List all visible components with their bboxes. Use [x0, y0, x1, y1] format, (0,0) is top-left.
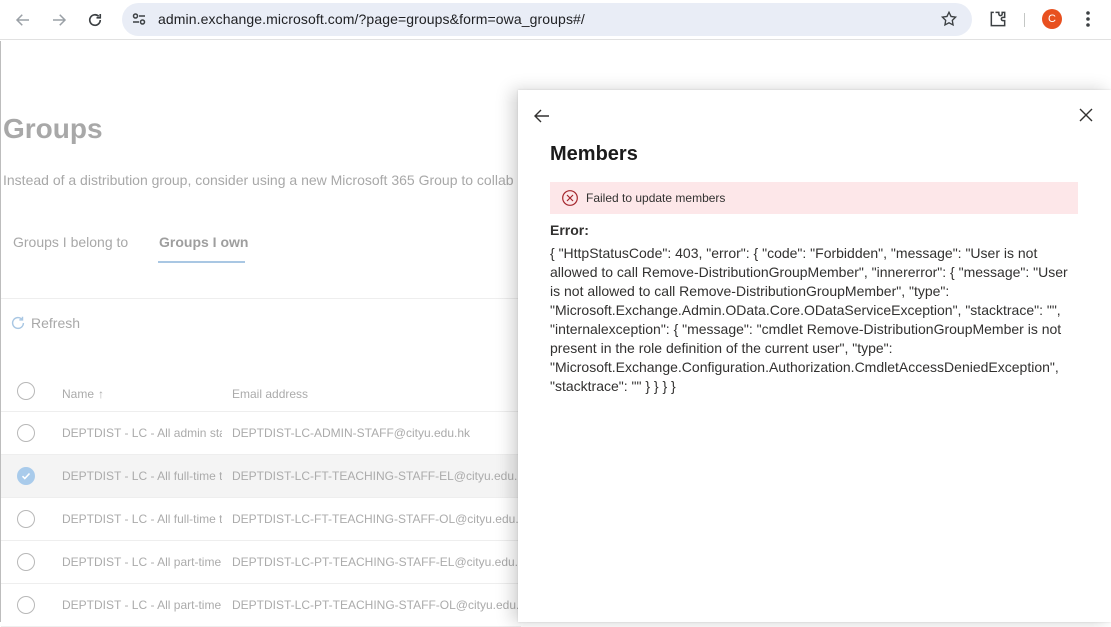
table-row[interactable]: DEPTDIST - LC - All part-time teaching DE… [1, 584, 532, 627]
reload-button[interactable] [83, 8, 107, 32]
error-label: Error: [550, 222, 589, 238]
address-bar[interactable]: admin.exchange.microsoft.com/?page=group… [122, 3, 972, 36]
column-name-label: Name [62, 387, 95, 401]
row-checkbox[interactable] [17, 424, 35, 442]
group-email-cell: DEPTDIST-LC-PT-TEACHING-STAFF-EL@cityu.e… [232, 555, 531, 569]
group-name-cell[interactable]: DEPTDIST - LC - All full-time teaching [62, 512, 222, 526]
row-checkbox[interactable] [17, 553, 35, 571]
reload-icon [88, 13, 102, 27]
select-all-checkbox[interactable] [17, 382, 35, 400]
checkmark-icon [21, 472, 31, 480]
arrow-left-icon [15, 14, 29, 26]
more-vertical-icon[interactable] [1078, 9, 1098, 29]
column-email-label: Email address [232, 387, 309, 401]
tab-groups-i-belong-to[interactable]: Groups I belong to [13, 234, 128, 250]
table-row[interactable]: DEPTDIST - LC - All full-time teaching DE… [1, 455, 530, 498]
arrow-left-icon[interactable] [532, 106, 552, 126]
error-banner-text: Failed to update members [586, 191, 726, 205]
refresh-button[interactable]: Refresh [9, 314, 80, 332]
group-email-cell: DEPTDIST-LC-FT-TEACHING-STAFF-EL@cityu.e… [232, 469, 531, 483]
divider [1, 298, 521, 299]
page-title: Groups [3, 113, 103, 144]
url-text[interactable]: admin.exchange.microsoft.com/?page=group… [158, 11, 585, 27]
members-panel: Members Failed to update members Error: … [518, 90, 1111, 622]
close-icon[interactable] [1077, 106, 1095, 124]
toolbar-separator [1024, 13, 1025, 27]
row-checkbox[interactable] [17, 596, 35, 614]
table-header: Name ↑ Email address [1, 371, 521, 412]
table-row[interactable]: DEPTDIST - LC - All part-time teaching DE… [1, 541, 531, 584]
bookmark-star-icon[interactable] [940, 10, 958, 28]
back-button[interactable] [11, 8, 35, 32]
refresh-icon [11, 316, 25, 330]
site-settings-icon[interactable] [131, 11, 147, 27]
profile-avatar[interactable]: C [1042, 9, 1062, 29]
active-tab-indicator [158, 261, 245, 263]
extensions-icon[interactable] [988, 9, 1008, 29]
refresh-label: Refresh [31, 315, 81, 331]
arrow-right-icon [53, 14, 67, 26]
table-row[interactable]: DEPTDIST - LC - All full-time teaching DE… [1, 498, 531, 541]
group-name-cell[interactable]: DEPTDIST - LC - All part-time teaching [62, 555, 222, 569]
browser-toolbar: admin.exchange.microsoft.com/?page=group… [0, 0, 1111, 40]
column-header-name[interactable]: Name ↑ [62, 385, 104, 403]
group-name-cell[interactable]: DEPTDIST - LC - All admin staff [62, 426, 222, 440]
group-email-cell: DEPTDIST-LC-ADMIN-STAFF@cityu.edu.hk [232, 426, 470, 440]
row-checkbox[interactable] [17, 467, 35, 485]
group-email-cell: DEPTDIST-LC-FT-TEACHING-STAFF-OL@cityu.e… [232, 512, 532, 526]
column-header-email[interactable]: Email address [232, 385, 308, 403]
error-details: { "HttpStatusCode": 403, "error": { "cod… [550, 245, 1068, 394]
table-row[interactable]: DEPTDIST - LC - All admin staff DEPTDIST-… [1, 412, 521, 455]
row-checkbox[interactable] [17, 510, 35, 528]
group-name-cell[interactable]: DEPTDIST - LC - All part-time teaching [62, 598, 222, 612]
page-description: Instead of a distribution group, conside… [3, 172, 514, 188]
tab-groups-i-own[interactable]: Groups I own [159, 234, 248, 250]
error-message-bar: Failed to update members [550, 182, 1078, 214]
group-name-cell[interactable]: DEPTDIST - LC - All full-time teaching [62, 469, 222, 483]
sort-ascending-icon: ↑ [98, 387, 105, 401]
forward-button[interactable] [47, 8, 71, 32]
group-email-cell: DEPTDIST-LC-PT-TEACHING-STAFF-OL@cityu.e… [232, 598, 533, 612]
panel-title: Members [550, 143, 638, 165]
error-circle-icon [562, 190, 578, 206]
